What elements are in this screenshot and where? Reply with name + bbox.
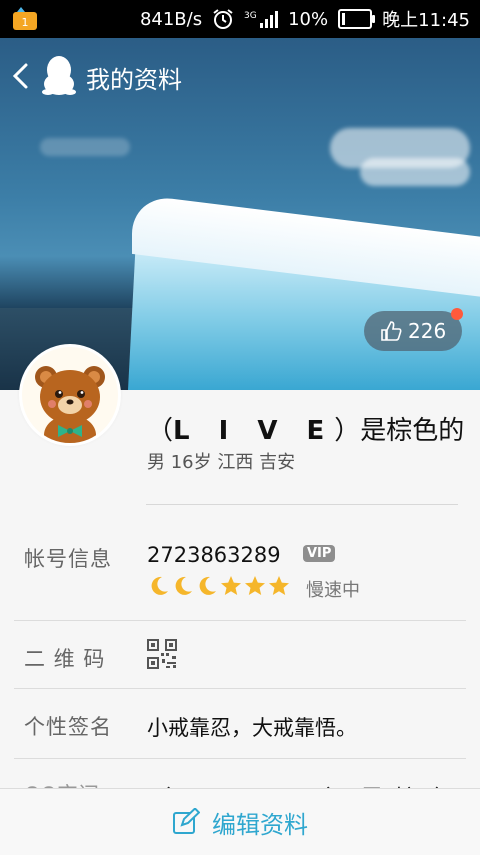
avatar[interactable] [22,347,118,443]
qr-code-row[interactable]: 二 维 码 [0,621,480,688]
top-nav: 我的资料 [0,38,480,110]
account-info-label: 帐号信息 [24,547,112,571]
vip-badge: VIP [303,545,336,562]
moon-icon [175,576,192,595]
level-speed-status: 慢速中 [306,580,360,601]
moon-icon [199,576,216,595]
network-speed: 841B/s [139,8,203,30]
status-bar: 1 841B/s 3G 10% 晚上11:45 [0,0,480,38]
moon-icon [151,576,168,595]
qq-penguin-icon [42,56,76,95]
svg-text:3G: 3G [244,11,257,21]
star-icon [221,576,241,595]
divider [146,504,458,505]
back-arrow-icon[interactable] [10,62,34,90]
notification-dot [451,308,463,320]
edit-profile-button[interactable]: 编辑资料 [0,788,480,855]
battery-percent: 10% [288,8,329,30]
like-button[interactable]: 226 [364,308,463,351]
signature-label: 个性签名 [24,715,112,739]
profile-meta: 男 16岁 江西 吉安 [147,452,296,473]
thumbs-up-icon [381,321,402,341]
svg-text:1: 1 [22,16,29,29]
level-icons [148,575,290,597]
bear-avatar-icon [22,347,118,443]
qr-code-icon [147,639,177,669]
clock: 晚上11:45 [382,10,470,31]
account-number: 2723863289 [147,543,281,567]
page-title: 我的资料 [86,66,182,94]
battery-icon [338,9,376,29]
edit-profile-label: 编辑资料 [212,810,308,839]
app-notification-icon: 1 [13,7,37,30]
star-icon [269,576,289,595]
edit-icon [173,808,200,834]
alarm-icon [213,9,233,29]
name-live: L I V E [173,416,335,446]
star-icon [245,576,265,595]
signature-value: 小戒靠忍，大戒靠悟。 [147,716,357,740]
signal-icon: 3G [244,11,279,28]
profile-name: （L I V E）是棕色的 [147,416,465,446]
divider [14,758,466,759]
qr-code-label: 二 维 码 [24,647,106,671]
like-count: 226 [408,319,447,343]
